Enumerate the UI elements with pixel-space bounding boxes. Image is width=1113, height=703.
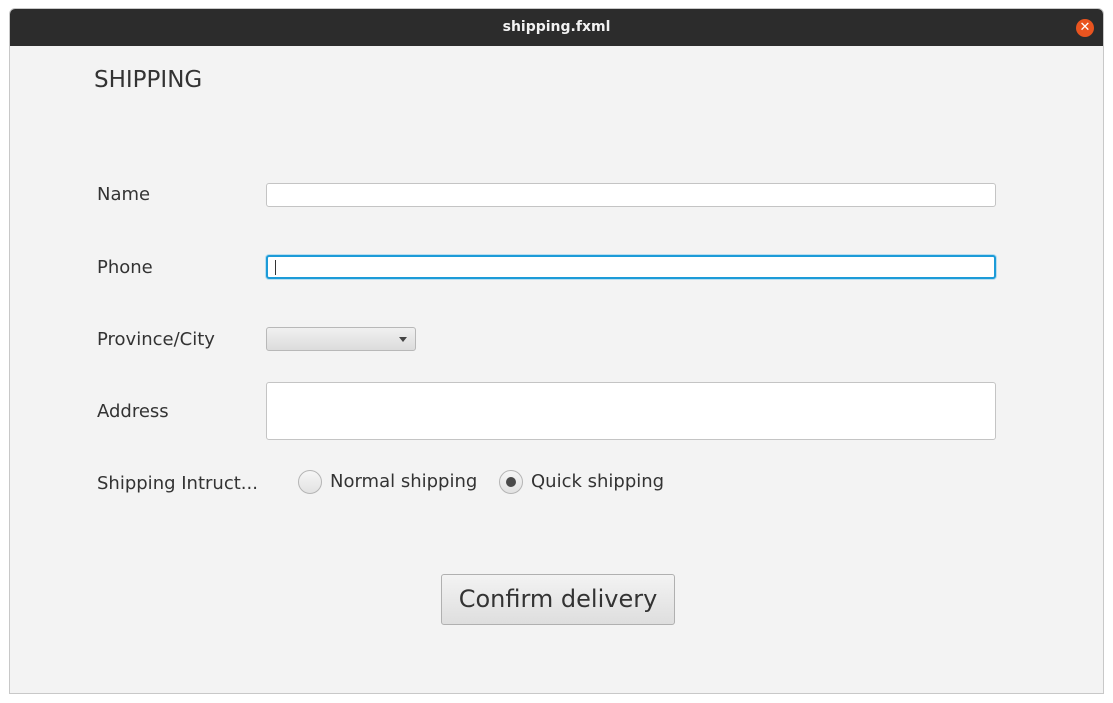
phone-label: Phone xyxy=(97,257,153,278)
name-label: Name xyxy=(97,184,151,205)
province-city-label: Province/City xyxy=(97,329,215,350)
address-field[interactable] xyxy=(266,382,996,440)
quick-shipping-label[interactable]: Quick shipping xyxy=(531,471,664,492)
shipping-instructions-label: Shipping Intruct... xyxy=(97,473,258,494)
province-city-dropdown[interactable] xyxy=(266,327,416,351)
name-field[interactable] xyxy=(266,183,996,207)
confirm-delivery-button[interactable]: Confirm delivery xyxy=(441,574,675,625)
phone-field[interactable] xyxy=(266,255,996,279)
normal-shipping-label[interactable]: Normal shipping xyxy=(330,471,477,492)
address-label: Address xyxy=(97,401,169,422)
normal-shipping-radio[interactable] xyxy=(298,470,322,494)
text-caret xyxy=(275,260,276,275)
window-title: shipping.fxml xyxy=(502,19,611,35)
close-icon[interactable]: ✕ xyxy=(1076,19,1094,37)
chevron-down-icon xyxy=(399,337,407,342)
quick-shipping-radio[interactable] xyxy=(499,470,523,494)
shipping-window: shipping.fxml ✕ SHIPPING Name Phone Prov… xyxy=(9,8,1104,694)
radio-selected-dot xyxy=(506,477,516,487)
page-title: SHIPPING xyxy=(94,67,203,93)
title-bar: shipping.fxml ✕ xyxy=(10,9,1103,46)
